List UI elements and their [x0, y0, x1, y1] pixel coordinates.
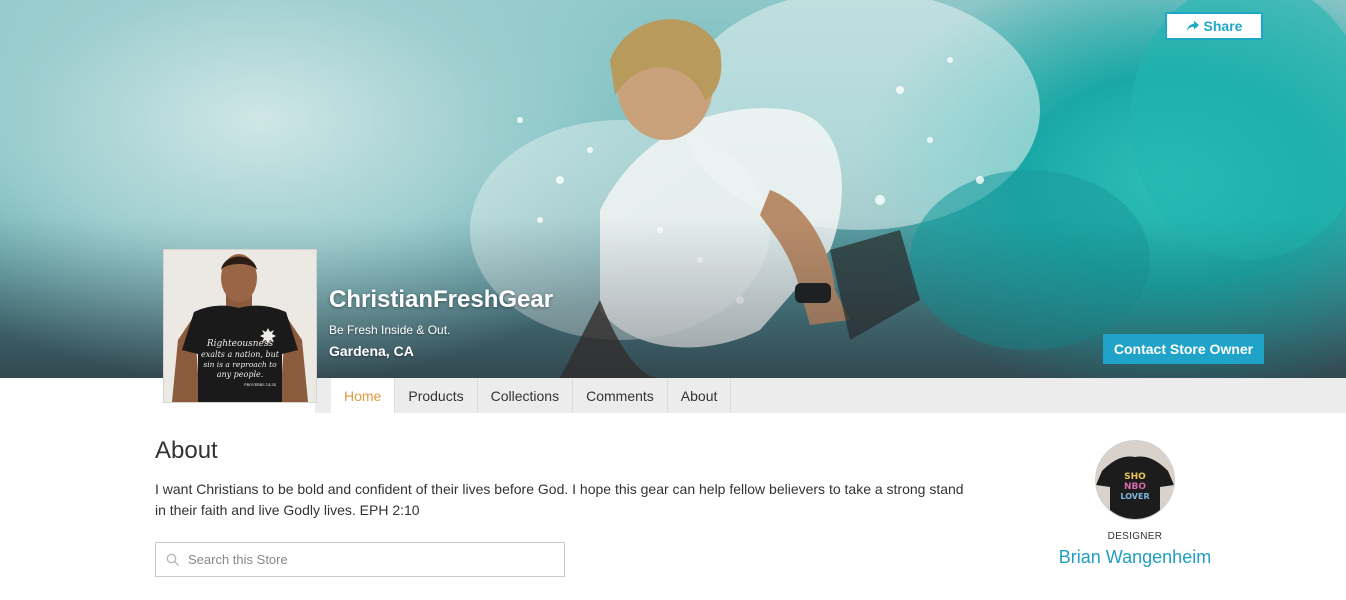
tab-about[interactable]: About	[668, 378, 732, 413]
avatar-shirt-line-3: sin is a reproach to	[203, 360, 277, 369]
designer-name-link[interactable]: Brian Wangenheim	[1035, 547, 1235, 568]
tab-comments[interactable]: Comments	[573, 378, 668, 413]
search-input[interactable]	[188, 552, 548, 567]
designer-avatar-image: SHO NBO LOVER	[1096, 441, 1174, 519]
designer-shirt-line-2: NBO	[1124, 482, 1146, 492]
tab-products[interactable]: Products	[395, 378, 478, 413]
store-search	[155, 542, 565, 577]
share-button-label: Share	[1203, 18, 1243, 34]
store-location: Gardena, CA	[329, 343, 414, 359]
avatar-shirt-line-2: exalts a nation, but	[201, 350, 280, 359]
designer-label: DESIGNER	[1107, 531, 1163, 542]
designer-shirt-line-3: LOVER	[1120, 492, 1149, 501]
contact-store-owner-button[interactable]: Contact Store Owner	[1103, 334, 1264, 364]
share-button[interactable]: Share	[1165, 12, 1263, 40]
designer-avatar[interactable]: SHO NBO LOVER	[1095, 440, 1175, 520]
store-page: Share ChristianFreshGear Be Fresh Inside…	[0, 0, 1346, 600]
avatar-shirt-line-4: any people.	[217, 370, 264, 379]
avatar-shirt-ref: PROVERBS 14:34	[244, 383, 276, 387]
about-heading: About	[155, 437, 218, 464]
store-tagline: Be Fresh Inside & Out.	[329, 323, 451, 337]
store-nav-tabs: Home Products Collections Comments About	[331, 378, 732, 413]
designer-shirt-line-1: SHO	[1124, 472, 1146, 482]
store-name: ChristianFreshGear	[329, 286, 554, 313]
about-description: I want Christians to be bold and confide…	[155, 481, 964, 518]
store-avatar: Righteousness exalts a nation, but sin i…	[163, 249, 317, 403]
share-arrow-icon	[1186, 20, 1199, 32]
tab-collections[interactable]: Collections	[478, 378, 574, 413]
search-icon	[166, 553, 179, 566]
tab-home[interactable]: Home	[331, 378, 396, 413]
store-avatar-image: Righteousness exalts a nation, but sin i…	[164, 250, 316, 402]
